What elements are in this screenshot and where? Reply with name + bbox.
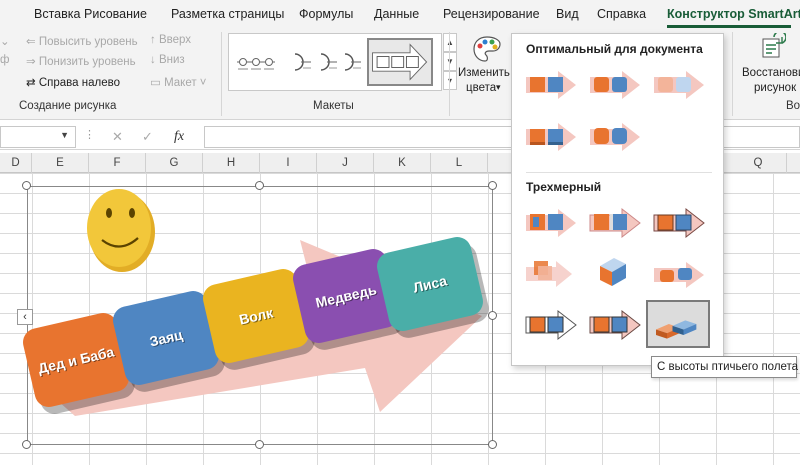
style-option[interactable] [522,304,580,346]
smartart-styles-dropdown: Оптимальный для документа Трехмерный [511,33,724,366]
style-option[interactable] [650,202,708,244]
style-option[interactable] [650,252,708,294]
style-option[interactable] [586,304,644,346]
style-option[interactable] [586,202,644,244]
section-header-best-match: Оптимальный для документа [526,42,703,56]
style-option[interactable] [586,252,644,294]
style-option[interactable] [586,64,644,106]
style-option[interactable] [522,116,580,158]
style-tooltip: С высоты птичьего полета [651,356,798,378]
smiley-face[interactable] [87,189,155,272]
style-option[interactable] [586,116,644,158]
style-option[interactable] [650,64,708,106]
style-option[interactable] [522,252,580,294]
section-header-3d: Трехмерный [526,180,602,194]
style-option[interactable] [522,64,580,106]
style-option[interactable] [522,202,580,244]
style-option-birds-eye[interactable] [646,300,710,348]
section-divider [526,172,712,173]
